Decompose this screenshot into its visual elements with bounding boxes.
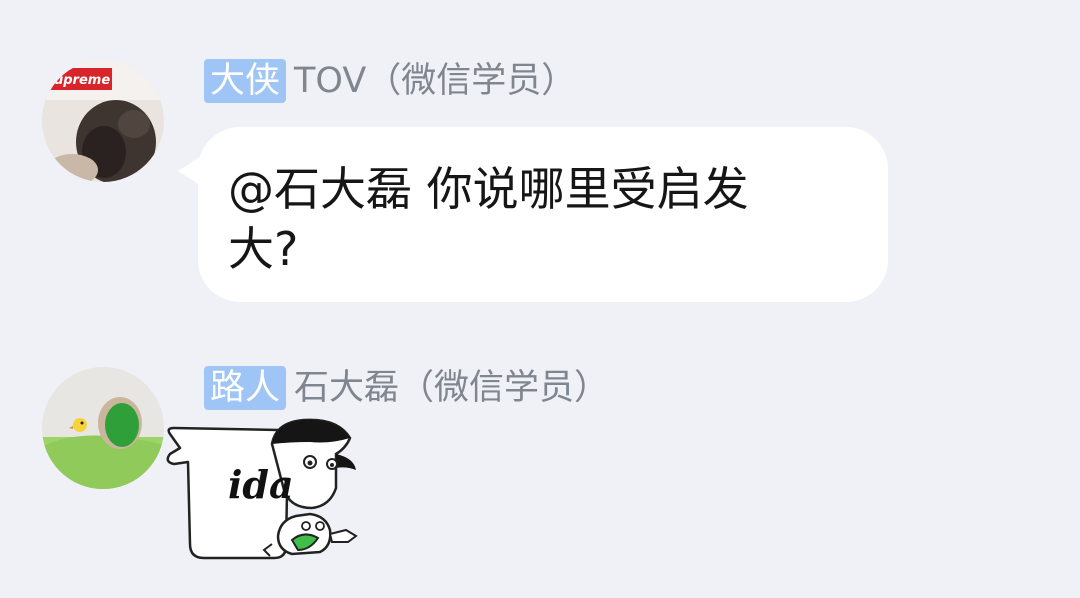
sender-name[interactable]: TOV（微信学员） bbox=[294, 59, 576, 103]
sender-name[interactable]: 石大磊（微信学员） bbox=[294, 366, 609, 410]
bubble-tail bbox=[178, 157, 200, 185]
message-header: 大侠 TOV（微信学员） bbox=[204, 59, 576, 103]
message-text: @石大磊 你说哪里受启发大? bbox=[228, 162, 749, 276]
message-header: 路人 石大磊（微信学员） bbox=[204, 366, 609, 410]
role-tag: 大侠 bbox=[204, 59, 287, 103]
message-bubble[interactable]: @石大磊 你说哪里受启发大? bbox=[178, 127, 888, 302]
avatar-logo-text: upreme bbox=[54, 73, 110, 88]
avatar-shidalei[interactable] bbox=[42, 367, 164, 489]
avatar-tov[interactable]: upreme bbox=[42, 60, 164, 182]
user-avatar-photo-icon: upreme bbox=[42, 60, 164, 182]
sticker-message[interactable]: ida bbox=[160, 418, 365, 568]
sticker-text: ida bbox=[228, 462, 294, 507]
user-avatar-cartoon-icon bbox=[42, 367, 164, 489]
role-tag: 路人 bbox=[204, 366, 287, 410]
